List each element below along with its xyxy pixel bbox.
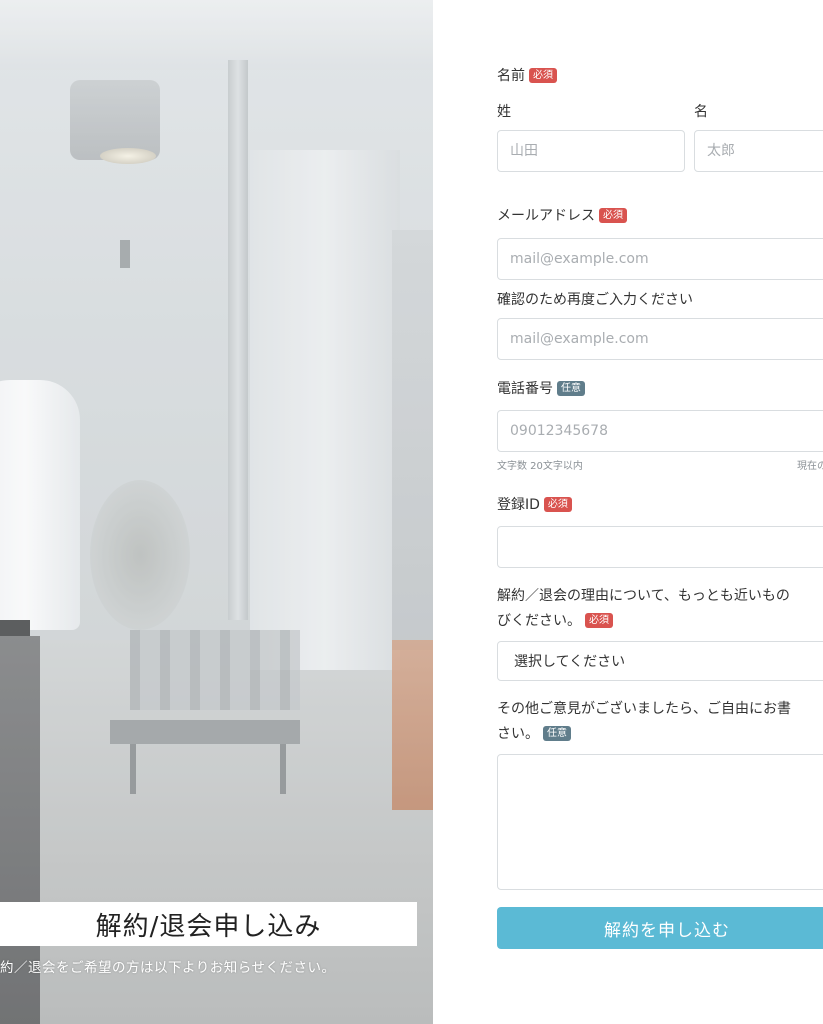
hero-overlay (0, 0, 433, 1024)
page-title: 解約/退会申し込み (0, 902, 417, 946)
email-label-text: メールアドレス (497, 208, 595, 224)
page: 解約/退会申し込み 約／退会をご希望の方は以下よりお知らせください。 名前 必須 … (0, 0, 823, 1024)
email-label: メールアドレス 必須 (497, 205, 627, 225)
reason-select[interactable]: 選択してください (497, 641, 823, 681)
required-badge: 必須 (543, 497, 572, 512)
phone-char-limit-hint: 文字数 20文字以内 (497, 461, 583, 472)
reason-label-text: びください。 (497, 613, 581, 629)
required-badge: 必須 (585, 613, 613, 628)
reason-select-value: 選択してください (514, 654, 626, 670)
registration-id-label: 登録ID 必須 (497, 494, 572, 514)
comment-textarea[interactable] (497, 754, 823, 890)
registration-id-input[interactable] (497, 526, 823, 568)
phone-label-text: 電話番号 (497, 381, 553, 397)
reason-label-line2: びください。 必須 (497, 610, 613, 630)
phone-char-count-hint: 現在の (797, 461, 823, 472)
email-confirm-input[interactable] (497, 318, 823, 360)
required-badge: 必須 (599, 208, 627, 223)
name-label: 名前 必須 (497, 65, 557, 85)
cancellation-form: 名前必須 姓 名 メールアドレス必須 確認のため再度ご入力ください 電話番号任意… (497, 0, 823, 1024)
first-name-label: 名 (694, 104, 708, 120)
optional-badge: 任意 (543, 726, 571, 741)
optional-badge: 任意 (557, 381, 585, 396)
first-name-input[interactable] (694, 130, 823, 172)
email-input[interactable] (497, 238, 823, 280)
hero-image: 解約/退会申し込み 約／退会をご希望の方は以下よりお知らせください。 (0, 0, 433, 1024)
submit-cancellation-button[interactable]: 解約を申し込む (497, 907, 823, 949)
phone-input[interactable] (497, 410, 823, 452)
comment-label-text: さい。 (497, 726, 539, 742)
page-subtitle: 約／退会をご希望の方は以下よりお知らせください。 (0, 960, 336, 976)
phone-label: 電話番号 任意 (497, 378, 585, 398)
last-name-label: 姓 (497, 104, 511, 120)
comment-label-line2: さい。 任意 (497, 723, 571, 743)
registration-id-label-text: 登録ID (497, 497, 540, 513)
reason-label-line1: 解約／退会の理由について、もっとも近いもの (497, 588, 790, 604)
email-confirm-label: 確認のため再度ご入力ください (497, 292, 693, 308)
name-label-text: 名前 (497, 68, 525, 84)
comment-label-line1: その他ご意見がございましたら、ご自由にお書 (497, 701, 791, 717)
last-name-input[interactable] (497, 130, 685, 172)
required-badge: 必須 (529, 68, 557, 83)
